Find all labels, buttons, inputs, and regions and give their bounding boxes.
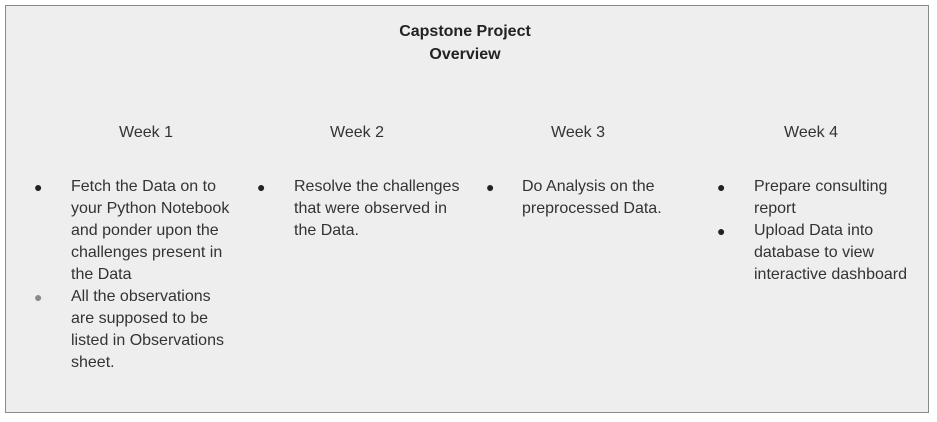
task-line: Do Analysis on the bbox=[522, 178, 655, 195]
overview-panel: Capstone Project Overview Week 1 Week 2 … bbox=[5, 5, 929, 413]
task-line: Upload Data into bbox=[754, 222, 874, 239]
task-line: interactive dashboard bbox=[754, 266, 907, 283]
task-line: database to view bbox=[754, 244, 875, 261]
bullet-icon: ● bbox=[257, 179, 266, 195]
task-line: are supposed to be bbox=[71, 310, 208, 327]
task-line: challenges present in bbox=[71, 244, 223, 261]
list-item: ● Fetch the Data on to your Python Noteb… bbox=[34, 176, 264, 286]
title-line-2: Overview bbox=[429, 46, 501, 63]
week-1-task-list: ● Fetch the Data on to your Python Noteb… bbox=[34, 176, 264, 374]
bullet-icon: ● bbox=[34, 289, 43, 305]
task-line: sheet. bbox=[71, 354, 115, 371]
task-line: that were observed in bbox=[294, 200, 447, 217]
week-1-heading: Week 1 bbox=[119, 124, 173, 141]
task-line: Fetch the Data on to bbox=[71, 178, 216, 195]
list-item: ● Do Analysis on the preprocessed Data. bbox=[486, 176, 706, 220]
week-2-heading: Week 2 bbox=[330, 124, 384, 141]
page-title: Capstone Project Overview bbox=[6, 20, 924, 66]
bullet-icon: ● bbox=[717, 179, 726, 195]
task-line: listed in Observations bbox=[71, 332, 224, 349]
task-line: All the observations bbox=[71, 288, 211, 305]
task-line: the Data bbox=[71, 266, 132, 283]
list-item: ● Prepare consulting report bbox=[717, 176, 922, 220]
week-3-heading: Week 3 bbox=[551, 124, 605, 141]
week-2-task-list: ● Resolve the challenges that were obser… bbox=[257, 176, 477, 242]
week-4-heading: Week 4 bbox=[784, 124, 838, 141]
bullet-icon: ● bbox=[717, 223, 726, 239]
list-item: ● Upload Data into database to view inte… bbox=[717, 220, 922, 286]
list-item: ● Resolve the challenges that were obser… bbox=[257, 176, 477, 242]
week-4-task-list: ● Prepare consulting report ● Upload Dat… bbox=[717, 176, 922, 286]
task-line: preprocessed Data. bbox=[522, 200, 662, 217]
task-line: and ponder upon the bbox=[71, 222, 219, 239]
task-line: Resolve the challenges bbox=[294, 178, 460, 195]
task-line: report bbox=[754, 200, 796, 217]
week-3-task-list: ● Do Analysis on the preprocessed Data. bbox=[486, 176, 706, 220]
title-line-1: Capstone Project bbox=[399, 23, 531, 40]
task-line: the Data. bbox=[294, 222, 359, 239]
bullet-icon: ● bbox=[486, 179, 495, 195]
list-item: ● All the observations are supposed to b… bbox=[34, 286, 264, 374]
task-line: Prepare consulting bbox=[754, 178, 888, 195]
task-line: your Python Notebook bbox=[71, 200, 230, 217]
bullet-icon: ● bbox=[34, 179, 43, 195]
